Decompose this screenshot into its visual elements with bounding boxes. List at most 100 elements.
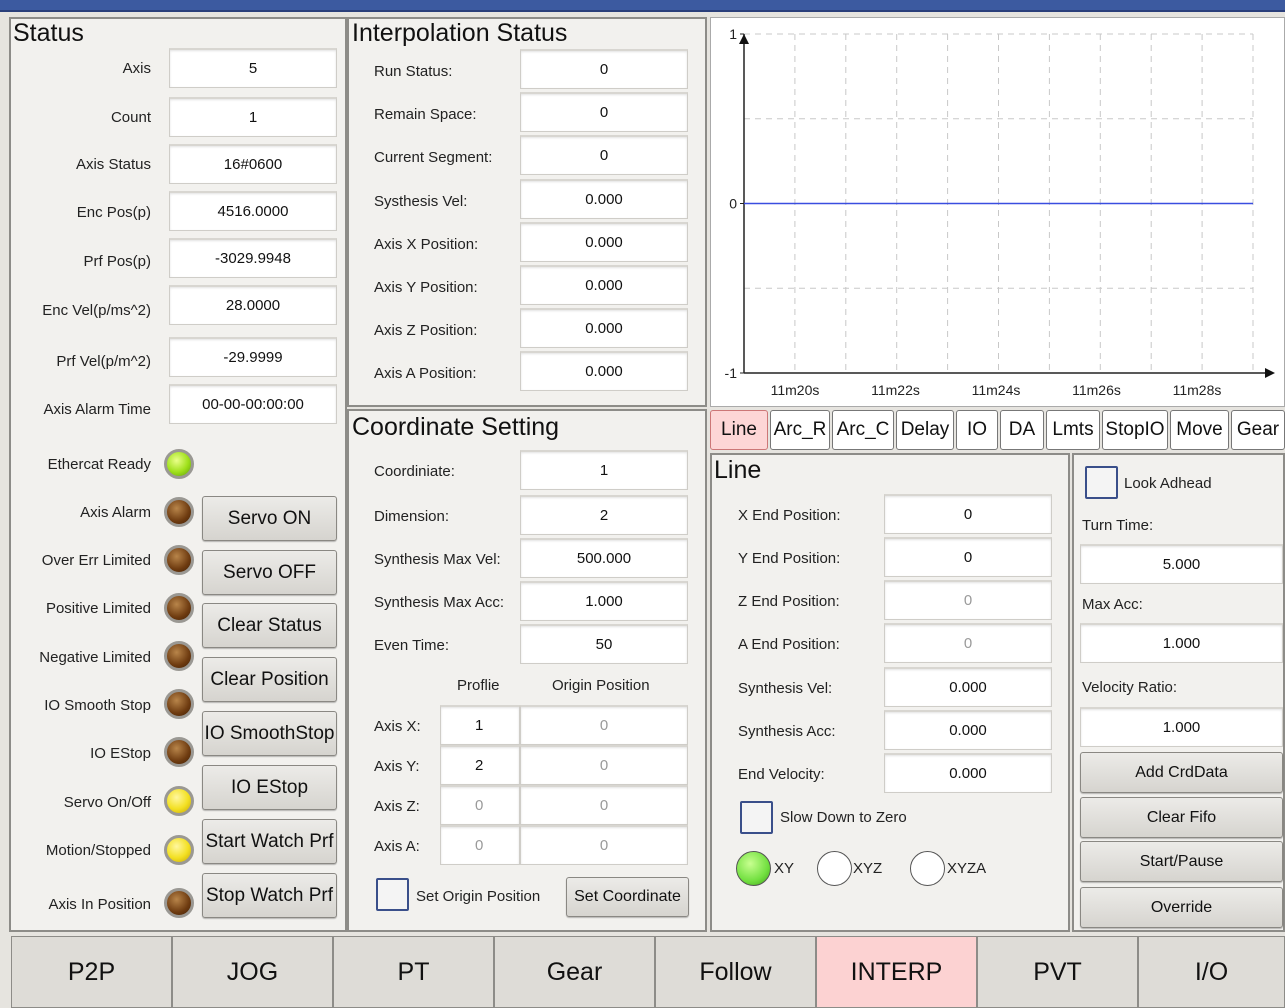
synthesis-max-acc-field[interactable]: 1.000 — [520, 581, 688, 621]
nav-io[interactable]: I/O — [1138, 936, 1285, 1008]
override-button[interactable]: Override — [1080, 887, 1283, 928]
count-field[interactable]: 1 — [169, 97, 337, 137]
set-origin-label: Set Origin Position — [416, 888, 541, 905]
clear-position-button[interactable]: Clear Position — [202, 657, 337, 702]
enc-pos-field: 4516.0000 — [169, 191, 337, 231]
tab-move[interactable]: Move — [1170, 410, 1229, 450]
indicator-label: Axis Alarm — [80, 504, 151, 521]
line-synthesis-vel-field[interactable]: 0.000 — [884, 667, 1052, 707]
io-estop-button[interactable]: IO EStop — [202, 765, 337, 810]
nav-follow[interactable]: Follow — [655, 936, 816, 1008]
tab-gear[interactable]: Gear — [1231, 410, 1285, 450]
xyza-radio[interactable] — [910, 851, 945, 886]
axis-y-position-field: 0.000 — [520, 265, 688, 305]
axis-y-profile-field[interactable]: 2 — [440, 745, 520, 785]
tab-delay[interactable]: Delay — [896, 410, 954, 450]
tab-line[interactable]: Line — [710, 410, 768, 450]
nav-jog[interactable]: JOG — [172, 936, 333, 1008]
indicator-label: Ethercat Ready — [47, 456, 151, 473]
indicator-label: IO EStop — [90, 745, 151, 762]
y-end-position-field[interactable]: 0 — [884, 537, 1052, 577]
slow-down-checkbox[interactable] — [740, 801, 773, 834]
axis-alarm-led — [164, 497, 194, 527]
y-tick-label: 1 — [729, 26, 737, 42]
xy-radio[interactable] — [736, 851, 771, 886]
io-smoothstop-button[interactable]: IO SmoothStop — [202, 711, 337, 756]
nav-p2p[interactable]: P2P — [11, 936, 172, 1008]
line-synthesis-acc-field[interactable]: 0.000 — [884, 710, 1052, 750]
nav-pt[interactable]: PT — [333, 936, 494, 1008]
tab-arc-c[interactable]: Arc_C — [832, 410, 894, 450]
indicator-label: IO Smooth Stop — [44, 697, 151, 714]
stop-watch-prf-button[interactable]: Stop Watch Prf — [202, 873, 337, 918]
axis-y-position-label: Axis Y Position: — [374, 279, 478, 296]
xyz-radio[interactable] — [817, 851, 852, 886]
z-end-position-field: 0 — [884, 580, 1052, 620]
synthesis-max-vel-label: Synthesis Max Vel: — [374, 551, 501, 568]
axis-x-profile-field[interactable]: 1 — [440, 705, 520, 745]
remain-space-field: 0 — [520, 92, 688, 132]
max-acc-field[interactable]: 1.000 — [1080, 623, 1283, 663]
turn-time-field[interactable]: 5.000 — [1080, 544, 1283, 584]
set-origin-checkbox[interactable] — [376, 878, 409, 911]
slow-down-label: Slow Down to Zero — [780, 809, 907, 826]
tab-da[interactable]: DA — [1000, 410, 1044, 450]
velocity-chart: 1 0 -1 11m20s 11m22s 11m24s 11m26s 11m28s — [710, 17, 1285, 407]
x-end-position-field[interactable]: 0 — [884, 494, 1052, 534]
servo-off-button[interactable]: Servo OFF — [202, 550, 337, 595]
a-end-position-label: A End Position: — [738, 636, 840, 653]
ethercat-ready-led — [164, 449, 194, 479]
count-label: Count — [110, 109, 151, 126]
nav-pvt[interactable]: PVT — [977, 936, 1138, 1008]
axis-a-position-label: Axis A Position: — [374, 365, 477, 382]
axis-field[interactable]: 5 — [169, 48, 337, 88]
max-acc-label: Max Acc: — [1082, 596, 1143, 613]
origin-position-column-header: Origin Position — [552, 677, 650, 694]
look-ahead-checkbox[interactable] — [1085, 466, 1118, 499]
synthesis-max-vel-field[interactable]: 500.000 — [520, 538, 688, 578]
axis-x-label: Axis X: — [374, 718, 421, 735]
tab-stopio[interactable]: StopIO — [1102, 410, 1168, 450]
end-velocity-label: End Velocity: — [738, 766, 825, 783]
axis-z-label: Axis Z: — [374, 798, 420, 815]
indicator-label: Over Err Limited — [41, 552, 151, 569]
axis-a-position-field: 0.000 — [520, 351, 688, 391]
indicator-label: Axis In Position — [48, 896, 151, 913]
tab-io[interactable]: IO — [956, 410, 998, 450]
even-time-label: Even Time: — [374, 637, 450, 654]
add-crd-data-button[interactable]: Add CrdData — [1080, 752, 1283, 793]
nav-gear[interactable]: Gear — [494, 936, 655, 1008]
status-panel: Status Axis 5 Count 1 Axis Status 16#060… — [9, 17, 347, 932]
set-coordinate-button[interactable]: Set Coordinate — [566, 877, 689, 917]
enc-vel-field: 28.0000 — [169, 285, 337, 325]
y-tick-label: -1 — [725, 365, 738, 381]
line-title: Line — [714, 456, 762, 484]
x-tick-label: 11m20s — [771, 382, 820, 398]
xy-radio-label: XY — [774, 860, 795, 877]
axis-a-origin-field: 0 — [520, 825, 688, 865]
nav-interp[interactable]: INTERP — [816, 936, 977, 1008]
end-velocity-field[interactable]: 0.000 — [884, 753, 1052, 793]
dimension-field[interactable]: 2 — [520, 495, 688, 535]
over-err-led — [164, 545, 194, 575]
servo-on-button[interactable]: Servo ON — [202, 496, 337, 541]
start-watch-prf-button[interactable]: Start Watch Prf — [202, 819, 337, 864]
x-tick-label: 11m28s — [1173, 382, 1222, 398]
tab-arc-r[interactable]: Arc_R — [770, 410, 830, 450]
clear-status-button[interactable]: Clear Status — [202, 603, 337, 648]
start-pause-button[interactable]: Start/Pause — [1080, 841, 1283, 882]
current-segment-label: Current Segment: — [374, 149, 493, 166]
even-time-field[interactable]: 50 — [520, 624, 688, 664]
indicator-label: Negative Limited — [39, 649, 151, 666]
prf-pos-label: Prf Pos(p) — [83, 253, 151, 270]
axis-z-profile-field: 0 — [440, 785, 520, 825]
coordinate-field[interactable]: 1 — [520, 450, 688, 490]
prf-vel-field: -29.9999 — [169, 337, 337, 377]
clear-fifo-button[interactable]: Clear Fifo — [1080, 797, 1283, 838]
coordinate-setting-title: Coordinate Setting — [352, 413, 560, 441]
axis-y-label: Axis Y: — [374, 758, 420, 775]
remain-space-label: Remain Space: — [374, 106, 477, 123]
axis-status-field: 16#0600 — [169, 144, 337, 184]
velocity-ratio-field[interactable]: 1.000 — [1080, 707, 1283, 747]
tab-lmts[interactable]: Lmts — [1046, 410, 1100, 450]
